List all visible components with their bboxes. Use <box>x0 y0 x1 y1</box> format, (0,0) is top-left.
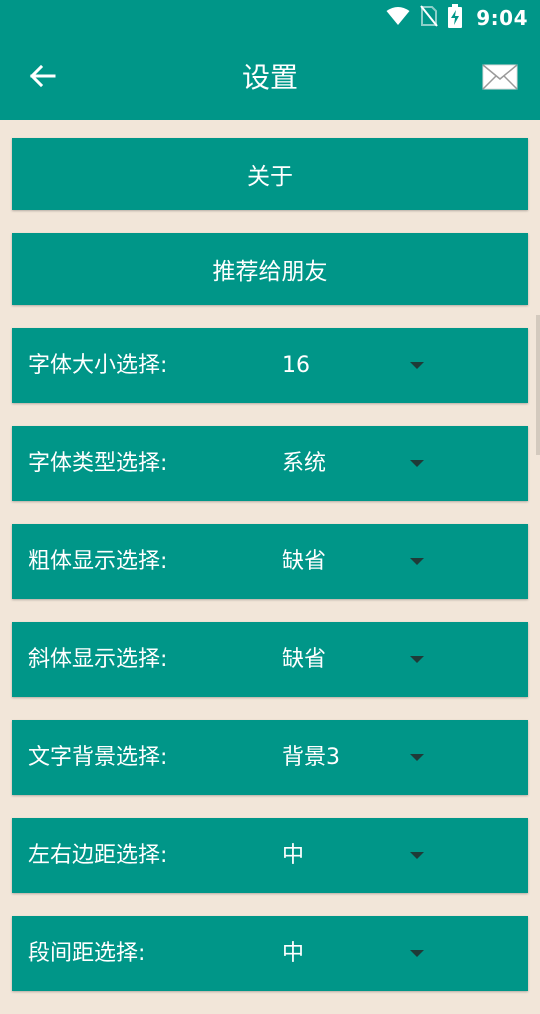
dropdown-caret-icon <box>410 558 424 565</box>
italic-label: 斜体显示选择: <box>28 647 168 672</box>
bold-select[interactable]: 缺省 <box>282 524 424 599</box>
app-bar: 设置 <box>0 36 540 120</box>
bold-value: 缺省 <box>282 549 327 574</box>
font-size-value: 16 <box>282 353 310 378</box>
font-type-label: 字体类型选择: <box>28 451 168 476</box>
recommend-button[interactable]: 推荐给朋友 <box>12 233 528 305</box>
paragraph-spacing-label: 段间距选择: <box>28 941 146 966</box>
side-margin-row: 左右边距选择: 中 <box>12 818 528 893</box>
italic-row: 斜体显示选择: 缺省 <box>12 622 528 697</box>
mail-icon <box>482 64 518 94</box>
paragraph-spacing-value: 中 <box>282 941 305 966</box>
page-title: 设置 <box>241 61 298 94</box>
italic-select[interactable]: 缺省 <box>282 622 424 697</box>
battery-charging-icon <box>448 4 463 32</box>
paragraph-spacing-select[interactable]: 中 <box>282 916 424 991</box>
italic-value: 缺省 <box>282 647 327 672</box>
font-type-value: 系统 <box>282 451 327 476</box>
no-sim-icon <box>420 5 439 31</box>
dropdown-caret-icon <box>410 656 424 663</box>
side-margin-select[interactable]: 中 <box>282 818 424 893</box>
dropdown-caret-icon <box>410 754 424 761</box>
bold-row: 粗体显示选择: 缺省 <box>12 524 528 599</box>
side-margin-value: 中 <box>282 843 305 868</box>
font-type-select[interactable]: 系统 <box>282 426 424 501</box>
about-button[interactable]: 关于 <box>12 138 528 210</box>
wifi-icon <box>386 6 410 30</box>
bold-label: 粗体显示选择: <box>28 549 168 574</box>
dropdown-caret-icon <box>410 852 424 859</box>
paragraph-spacing-row: 段间距选择: 中 <box>12 916 528 991</box>
text-background-row: 文字背景选择: 背景3 <box>12 720 528 795</box>
scrollbar[interactable] <box>536 315 540 455</box>
text-background-value: 背景3 <box>282 745 340 770</box>
dropdown-caret-icon <box>410 362 424 369</box>
text-background-label: 文字背景选择: <box>28 745 168 770</box>
mail-button[interactable] <box>482 64 518 92</box>
text-background-select[interactable]: 背景3 <box>282 720 424 795</box>
status-time: 9:04 <box>476 6 528 30</box>
dropdown-caret-icon <box>410 460 424 467</box>
font-size-label: 字体大小选择: <box>28 353 168 378</box>
dropdown-caret-icon <box>410 950 424 957</box>
side-margin-label: 左右边距选择: <box>28 843 168 868</box>
settings-list: 关于 推荐给朋友 字体大小选择: 16 字体类型选择: 系统 粗体显示选择: 缺… <box>12 138 528 1014</box>
font-size-row: 字体大小选择: 16 <box>12 328 528 403</box>
font-type-row: 字体类型选择: 系统 <box>12 426 528 501</box>
font-size-select[interactable]: 16 <box>282 328 424 403</box>
status-bar: 9:04 <box>0 0 540 36</box>
status-icons: 9:04 <box>386 0 528 36</box>
